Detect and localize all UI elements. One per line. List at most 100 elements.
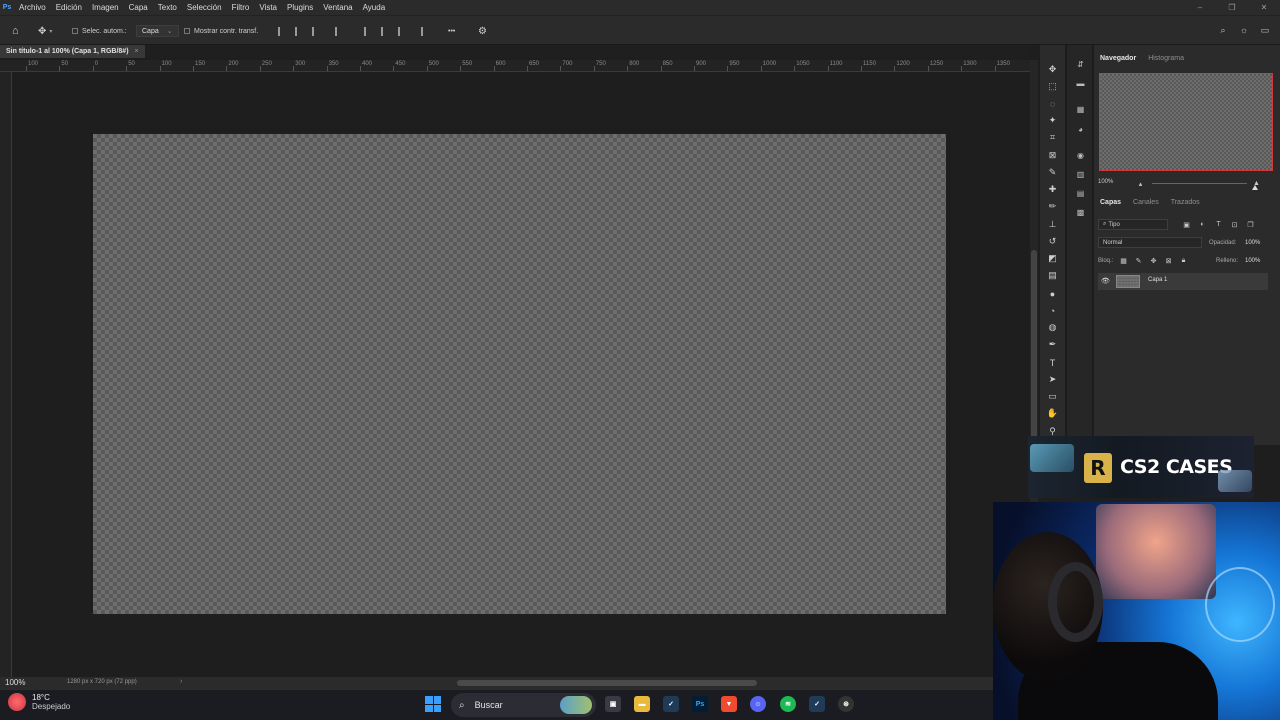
rectangle-tool-icon[interactable]: ▭ xyxy=(1046,390,1059,403)
blend-mode-dropdown[interactable]: Normal xyxy=(1098,237,1202,248)
navigator-zoom[interactable]: 100% xyxy=(1098,179,1113,185)
document-canvas-transparent[interactable] xyxy=(93,134,946,614)
color-icon[interactable]: ◕ xyxy=(1075,124,1086,135)
show-transform-checkbox[interactable]: Mostrar contr. transf. xyxy=(184,16,258,46)
home-icon[interactable]: ⌂ xyxy=(12,16,19,46)
canvas-workspace[interactable] xyxy=(13,72,1030,677)
tab-histograma[interactable]: Histograma xyxy=(1142,55,1190,62)
align-middle-v-icon[interactable] xyxy=(381,16,390,46)
comments-icon[interactable]: ▬ xyxy=(1075,78,1086,89)
frame-tool-icon[interactable]: ⊠ xyxy=(1046,149,1059,162)
brush-tool-icon[interactable]: ✏ xyxy=(1046,200,1059,213)
discord-icon[interactable]: ☺ xyxy=(750,696,766,712)
zoom-out-icon[interactable]: ▴ xyxy=(1136,179,1145,188)
path-select-icon[interactable]: ➤ xyxy=(1046,373,1059,386)
stamp-tool-icon[interactable]: ⊥ xyxy=(1046,218,1059,231)
lasso-tool-icon[interactable]: ◌ xyxy=(1046,97,1059,110)
filter-pixel-icon[interactable]: ▣ xyxy=(1182,220,1191,229)
zoom-in-icon[interactable]: ▲ xyxy=(1252,179,1261,188)
menu-filtro[interactable]: Filtro xyxy=(227,0,255,15)
steam-icon-1[interactable]: ✓ xyxy=(663,696,679,712)
discover-icon[interactable]: ☼ xyxy=(1239,25,1249,35)
lock-position-icon[interactable]: ✥ xyxy=(1149,256,1158,265)
patterns-icon[interactable]: ▩ xyxy=(1075,207,1086,218)
task-view-icon[interactable]: ▣ xyxy=(605,696,621,712)
move-tool-icon[interactable]: ✥ xyxy=(1046,63,1059,76)
vertical-scroll-thumb[interactable] xyxy=(1031,250,1037,440)
navigator-zoom-slider[interactable] xyxy=(1152,183,1258,190)
crop-tool-icon[interactable]: ⌗ xyxy=(1046,131,1059,144)
magic-wand-icon[interactable]: ✦ xyxy=(1046,114,1059,127)
file-explorer-icon[interactable]: ▬ xyxy=(634,696,650,712)
brave-browser-icon[interactable]: ▼ xyxy=(721,696,737,712)
lock-artboard-icon[interactable]: ⊠ xyxy=(1164,256,1173,265)
tab-capas[interactable]: Capas xyxy=(1094,199,1127,206)
steam-icon-2[interactable]: ✓ xyxy=(809,696,825,712)
eraser-tool-icon[interactable]: ◩ xyxy=(1046,252,1059,265)
type-tool-icon[interactable]: T xyxy=(1046,356,1059,369)
tab-close-icon[interactable]: × xyxy=(135,48,139,55)
auto-select-checkbox[interactable]: Selec. autom.: xyxy=(72,16,127,46)
menu-capa[interactable]: Capa xyxy=(124,0,153,15)
opacity-value[interactable]: 100% xyxy=(1245,240,1260,246)
tab-trazados[interactable]: Trazados xyxy=(1165,199,1206,206)
search-icon[interactable]: ⌕ xyxy=(1218,25,1228,35)
menu-ventana[interactable]: Ventana xyxy=(318,0,357,15)
zoom-level[interactable]: 100% xyxy=(5,678,25,687)
menu-texto[interactable]: Texto xyxy=(153,0,182,15)
marquee-tool-icon[interactable]: ⬚ xyxy=(1046,80,1059,93)
minimize-icon[interactable]: – xyxy=(1184,0,1216,15)
align-bottom-icon[interactable] xyxy=(398,16,407,46)
auto-select-dropdown[interactable]: Capa ⌄ xyxy=(136,16,179,46)
navigator-preview[interactable] xyxy=(1099,73,1273,171)
filter-type-icon[interactable]: T xyxy=(1214,220,1223,229)
menu-archivo[interactable]: Archivo xyxy=(14,0,51,15)
lock-pixels-icon[interactable]: ✎ xyxy=(1134,256,1143,265)
lock-all-icon[interactable]: 🔒︎ xyxy=(1179,256,1188,265)
layer-row[interactable]: 👁︎ Capa 1 xyxy=(1098,273,1268,290)
adjustments-icon[interactable]: ◉ xyxy=(1075,150,1086,161)
filter-smart-icon[interactable]: ❐ xyxy=(1246,220,1255,229)
menu-seleccion[interactable]: Selección xyxy=(182,0,227,15)
layer-filter-dropdown[interactable]: ⌕ Tipo xyxy=(1098,219,1168,230)
align-top-icon[interactable] xyxy=(364,16,373,46)
blur-tool-icon[interactable]: ● xyxy=(1046,287,1059,300)
app-icon-unknown[interactable]: ⊛ xyxy=(838,696,854,712)
weather-widget[interactable]: 18°C Despejado xyxy=(8,693,70,711)
photoshop-logo[interactable]: Ps xyxy=(0,0,14,15)
more-options-icon[interactable]: ••• xyxy=(448,16,455,46)
taskbar-search[interactable]: ⌕ Buscar xyxy=(451,693,596,717)
properties-icon[interactable]: ⇵ xyxy=(1075,59,1086,70)
close-icon[interactable]: ✕ xyxy=(1248,0,1280,15)
spotify-icon[interactable]: ≋ xyxy=(780,696,796,712)
photoshop-taskbar-icon[interactable]: Ps xyxy=(692,696,708,712)
lock-transparency-icon[interactable]: ▦ xyxy=(1119,256,1128,265)
filter-shape-icon[interactable]: ⊡ xyxy=(1230,220,1239,229)
menu-plugins[interactable]: Plugins xyxy=(282,0,318,15)
eyedropper-icon[interactable]: ✎ xyxy=(1046,166,1059,179)
move-tool-icon[interactable]: ✥ ▾ xyxy=(38,16,52,46)
dodge-tool-icon[interactable]: ◔ xyxy=(1046,304,1059,317)
layer-name[interactable]: Capa 1 xyxy=(1148,277,1167,283)
document-tab[interactable]: Sin título-1 al 100% (Capa 1, RGB/8#) × xyxy=(0,45,145,58)
swatches-icon[interactable]: ▥ xyxy=(1075,169,1086,180)
status-arrow-icon[interactable]: › xyxy=(180,678,182,685)
maximize-icon[interactable]: ❐ xyxy=(1216,0,1248,15)
hand-tool-icon[interactable]: ✋ xyxy=(1046,407,1059,420)
healing-brush-icon[interactable]: ✚ xyxy=(1046,183,1059,196)
menu-ayuda[interactable]: Ayuda xyxy=(358,0,391,15)
visibility-eye-icon[interactable]: 👁︎ xyxy=(1101,277,1110,285)
pen-tool-icon[interactable]: ✒ xyxy=(1046,338,1059,351)
align-left-icon[interactable] xyxy=(278,16,287,46)
settings-gear-icon[interactable]: ⚙ xyxy=(478,16,487,46)
menu-edicion[interactable]: Edición xyxy=(51,0,87,15)
tab-canales[interactable]: Canales xyxy=(1127,199,1165,206)
menu-imagen[interactable]: Imagen xyxy=(87,0,124,15)
libraries-icon[interactable]: ▦ xyxy=(1075,104,1086,115)
fill-value[interactable]: 100% xyxy=(1245,258,1260,264)
align-center-h-icon[interactable] xyxy=(295,16,304,46)
gradient-tool-icon[interactable]: ▤ xyxy=(1046,269,1059,282)
align-right-icon[interactable] xyxy=(312,16,321,46)
distribute-icon[interactable] xyxy=(335,16,344,46)
menu-vista[interactable]: Vista xyxy=(254,0,282,15)
